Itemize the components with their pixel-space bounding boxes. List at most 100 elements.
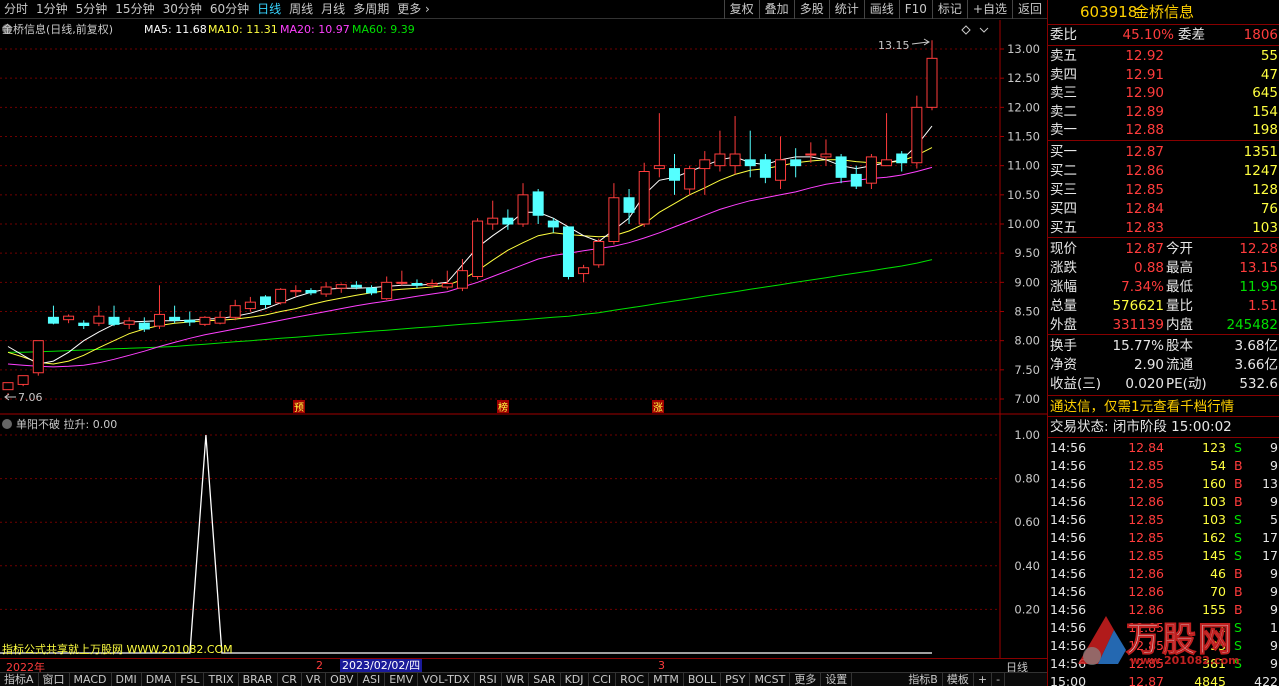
indicator-tab-19[interactable]: ROC xyxy=(616,673,650,686)
ma-legend-1: MA10: 11.31 xyxy=(208,23,278,36)
tick-row: 14:56 12.85 162 S 17 xyxy=(1048,529,1279,547)
candle xyxy=(47,305,59,325)
indicator-tab-0[interactable]: 指标A xyxy=(0,673,39,686)
candle xyxy=(123,317,135,329)
indicator-tab-6[interactable]: TRIX xyxy=(204,673,239,686)
tick-d: B xyxy=(1234,494,1243,509)
period-tab-6[interactable]: 日线 xyxy=(253,0,285,19)
indicator-tab-17[interactable]: KDJ xyxy=(561,673,589,686)
stat-label: 净资 xyxy=(1050,357,1077,373)
tick-t: 14:56 xyxy=(1050,476,1087,491)
candle xyxy=(850,165,862,189)
indicator-tab-11[interactable]: ASI xyxy=(358,673,386,686)
period-tab-2[interactable]: 5分钟 xyxy=(72,0,112,19)
kline-svg: 13.00 12.50 12.00 11.50 11.00 10.50 10.00 9.50 9… xyxy=(0,20,1047,415)
tool-button-6[interactable]: 标记 xyxy=(931,0,967,19)
stat-label: 股本 xyxy=(1166,338,1193,354)
tool-button-5[interactable]: F10 xyxy=(898,0,932,19)
candle xyxy=(244,296,256,312)
period-tab-10[interactable]: 更多 › xyxy=(393,0,434,19)
ma60-line xyxy=(8,259,933,353)
stat-value: 0.020 xyxy=(1125,376,1164,392)
tool-button-8[interactable]: 返回 xyxy=(1011,0,1047,19)
stat-row-0: 现价 12.87 今开 12.28 xyxy=(1048,240,1279,258)
y-tick-label: 10.00 xyxy=(1007,217,1040,231)
indicator-tab-20[interactable]: MTM xyxy=(649,673,684,686)
candle xyxy=(184,311,196,327)
y-tick-label: 0.40 xyxy=(1014,559,1040,573)
period-tab-1[interactable]: 1分钟 xyxy=(32,0,72,19)
tick-t: 14:56 xyxy=(1050,458,1087,473)
candle xyxy=(608,183,620,245)
y-tick-label: 0.60 xyxy=(1014,515,1040,529)
indicator-tab-5[interactable]: FSL xyxy=(176,673,205,686)
candle xyxy=(668,154,680,195)
stat-value: 532.6 xyxy=(1239,376,1278,392)
tool-button-0[interactable]: 复权 xyxy=(723,0,759,19)
period-tab-0[interactable]: 分时 xyxy=(0,0,32,19)
diamond-icon[interactable] xyxy=(961,25,971,35)
tool-button-3[interactable]: 统计 xyxy=(828,0,864,19)
kline-chart[interactable]: 13.00 12.50 12.00 11.50 11.00 10.50 10.00 9.50 9… xyxy=(0,20,1047,415)
month-label-2: 2 xyxy=(316,659,323,672)
indicator-tab-16[interactable]: SAR xyxy=(529,673,561,686)
tick-v: 54 xyxy=(1210,458,1226,473)
tick-d: S xyxy=(1234,548,1242,563)
period-tab-4[interactable]: 30分钟 xyxy=(159,0,206,19)
indicator-tabs: 指标A 窗口 MACD DMI DMA FSL TRIX BRAR CR VR OBV ASI EMV V… xyxy=(0,672,1047,686)
indicator-tab-18[interactable]: CCI xyxy=(589,673,617,686)
candle xyxy=(229,299,241,321)
stat-label: 涨幅 xyxy=(1050,279,1077,295)
stat-label: 量比 xyxy=(1166,298,1193,314)
period-tab-3[interactable]: 15分钟 xyxy=(111,0,158,19)
indicator-tab-22[interactable]: PSY xyxy=(721,673,751,686)
tool-button-7[interactable]: +自选 xyxy=(966,0,1012,19)
period-tab-5[interactable]: 60分钟 xyxy=(206,0,253,19)
indicator-tab-13[interactable]: VOL-TDX xyxy=(418,673,475,686)
indicator-tab-10[interactable]: OBV xyxy=(326,673,359,686)
indicator-chart[interactable]: 1.00 0.80 0.60 0.40 0.20 单阳不破 拉升: 0.00 指标公式共享就… xyxy=(0,415,1047,658)
indicator-tab-21[interactable]: BOLL xyxy=(684,673,722,686)
chevron-down-icon[interactable] xyxy=(979,27,989,33)
tool-button-1[interactable]: 叠加 xyxy=(758,0,794,19)
indicator-tab-7[interactable]: BRAR xyxy=(239,673,278,686)
candle xyxy=(562,226,574,280)
month-label-3: 3 xyxy=(658,659,665,672)
indicator-tab-12[interactable]: EMV xyxy=(385,673,419,686)
indicator-tab-25[interactable]: 设置 xyxy=(821,673,853,686)
indicator-tab-29[interactable]: - xyxy=(992,673,1006,686)
tool-button-4[interactable]: 画线 xyxy=(863,0,899,19)
ma-legend-2: MA20: 10.97 xyxy=(280,23,350,36)
tick-p: 12.86 xyxy=(1128,566,1164,581)
period-tab-9[interactable]: 多周期 xyxy=(349,0,393,19)
stat-row-1: 涨跌 0.88 最高 13.15 xyxy=(1048,259,1279,277)
period-tab-8[interactable]: 月线 xyxy=(317,0,349,19)
level-price: 12.91 xyxy=(1125,66,1164,83)
indicator-tab-2[interactable]: MACD xyxy=(70,673,112,686)
sell-level-4: 卖四 12.91 47 xyxy=(1048,66,1279,84)
indicator-tab-15[interactable]: WR xyxy=(502,673,530,686)
period-tab-7[interactable]: 周线 xyxy=(285,0,317,19)
candle xyxy=(532,189,544,224)
promo-banner[interactable]: 通达信，仅需1元查看千档行情 xyxy=(1048,398,1279,416)
candle xyxy=(214,311,226,325)
stat-value: 13.15 xyxy=(1239,260,1278,276)
candle xyxy=(790,148,802,178)
indicator-tab-27[interactable]: 模板 xyxy=(943,673,974,686)
indicator-tab-1[interactable]: 窗口 xyxy=(39,673,70,686)
chevron-down-icon[interactable] xyxy=(2,419,12,429)
indicator-tab-8[interactable]: CR xyxy=(278,673,302,686)
level-volume: 1247 xyxy=(1243,163,1278,179)
indicator-tab-3[interactable]: DMI xyxy=(112,673,142,686)
tool-button-2[interactable]: 多股 xyxy=(793,0,829,19)
indicator-tab-24[interactable]: 更多 xyxy=(790,673,822,686)
indicator-tab-14[interactable]: RSI xyxy=(475,673,502,686)
tick-t: 14:56 xyxy=(1050,494,1087,509)
indicator-tab-28[interactable]: + xyxy=(974,673,993,686)
indicator-tab-4[interactable]: DMA xyxy=(142,673,177,686)
indicator-tab-23[interactable]: MCST xyxy=(750,673,791,686)
indicator-tab-9[interactable]: VR xyxy=(302,673,327,686)
tick-n: 17 xyxy=(1262,548,1278,563)
indicator-tab-26[interactable]: 指标B xyxy=(904,673,943,686)
tick-row: 14:56 12.86 46 B 9 xyxy=(1048,565,1279,583)
